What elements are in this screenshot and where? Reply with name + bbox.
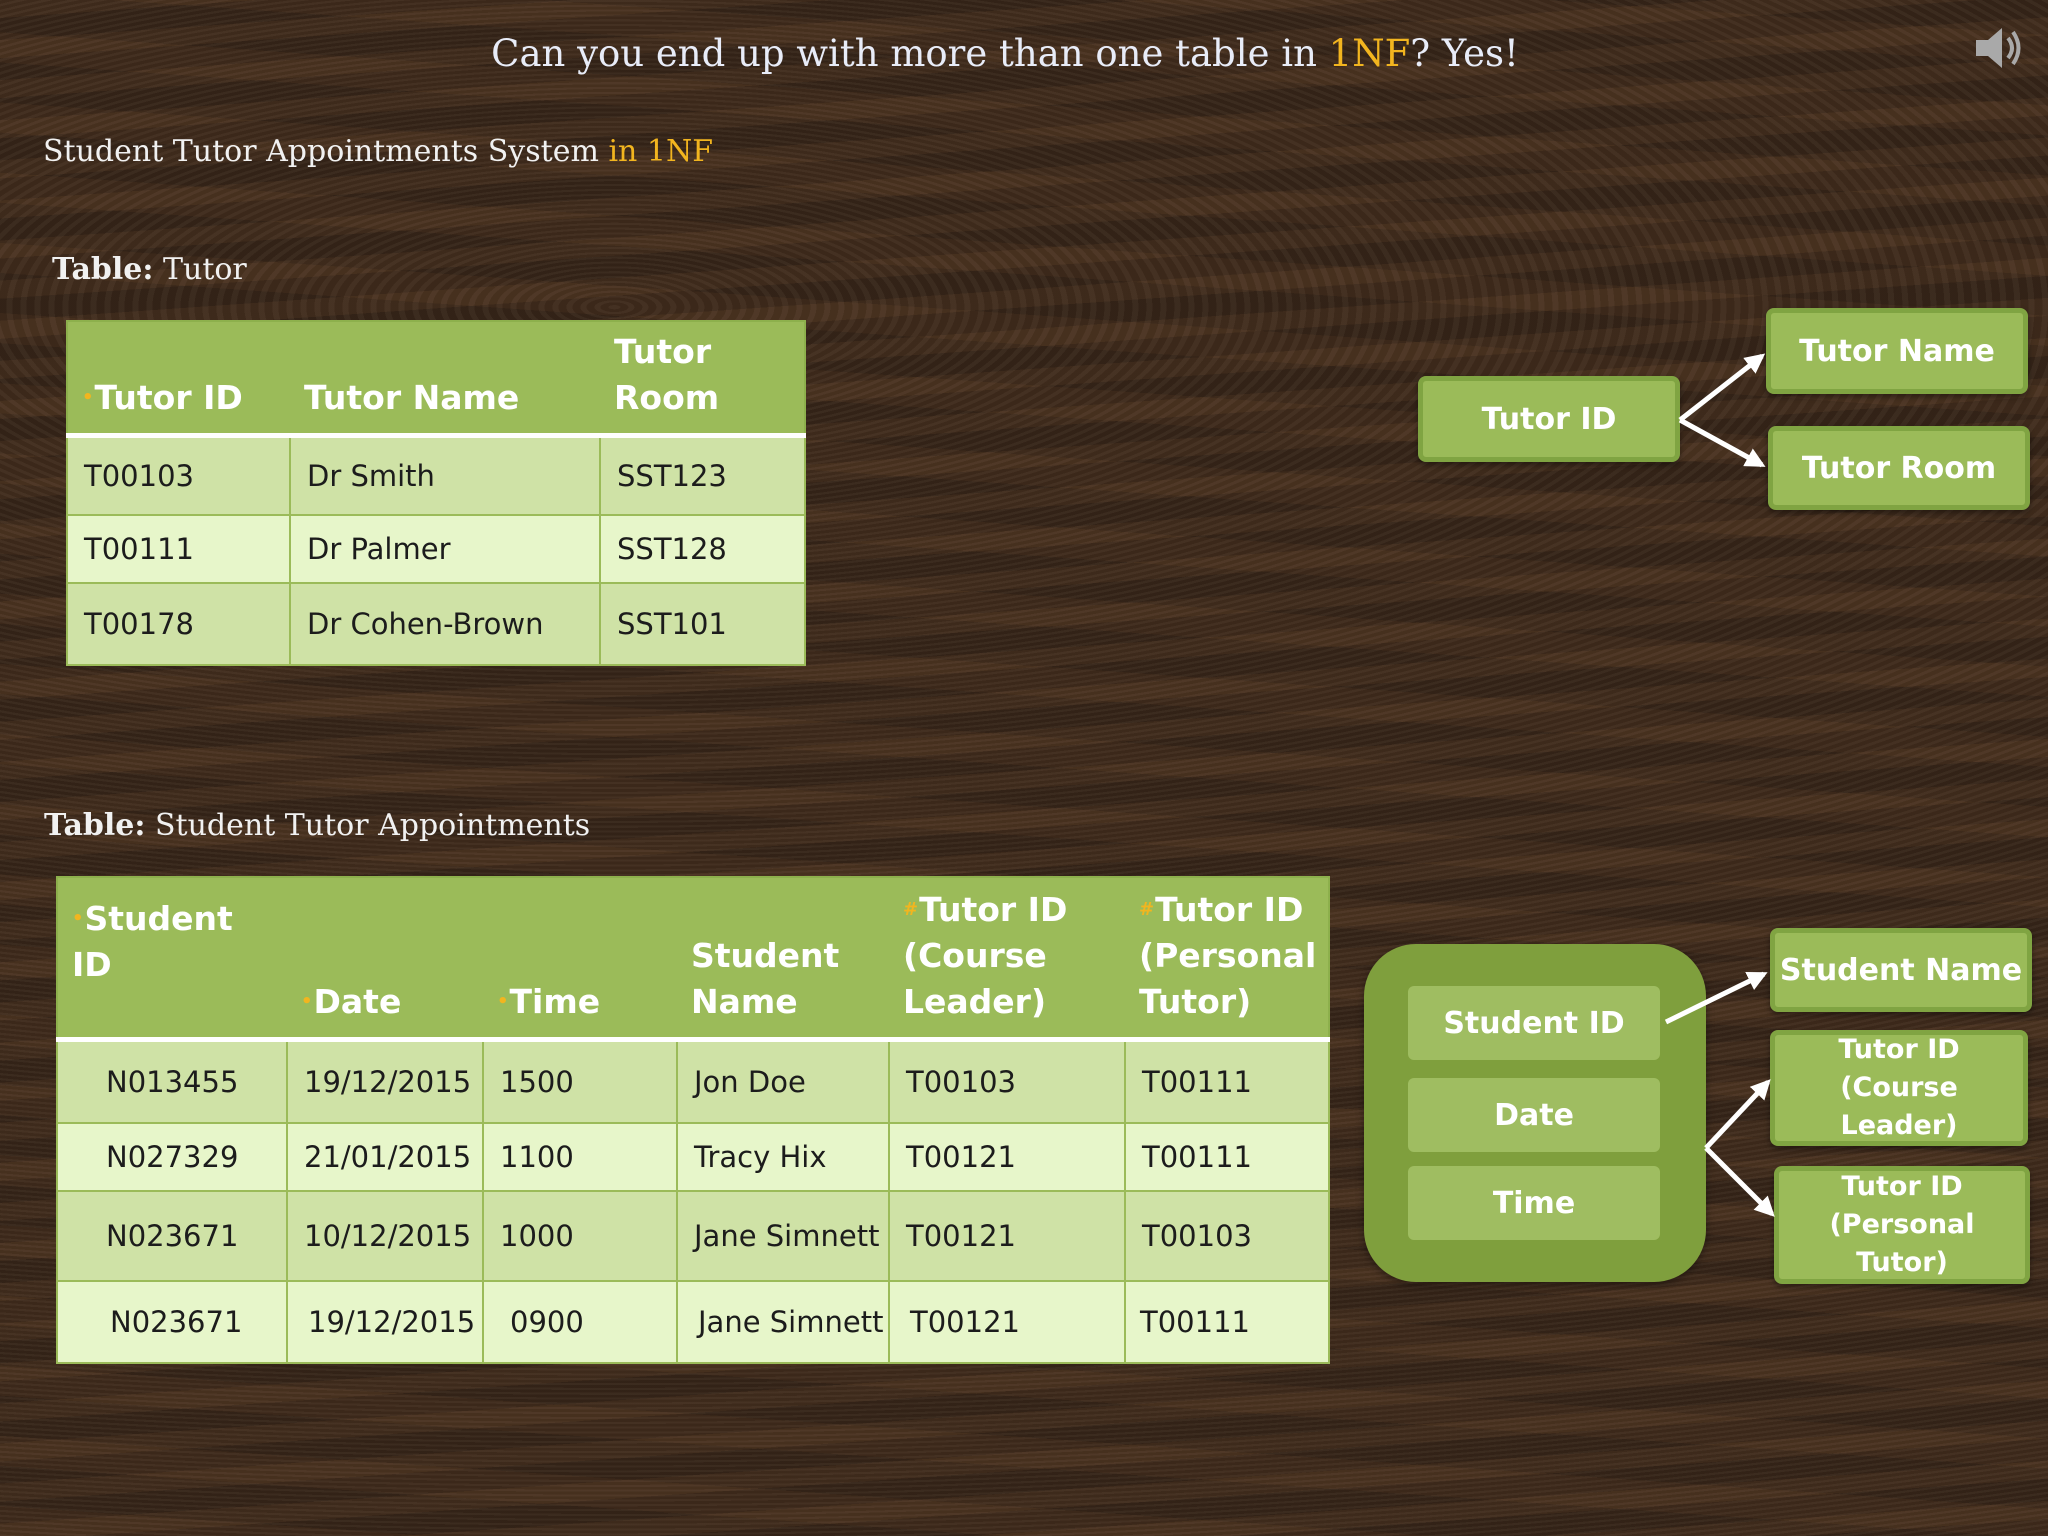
dependency-arrows [1664, 353, 1775, 1217]
arrow-tutor-id-to-room [1678, 417, 1766, 468]
arrow-key-to-personal-tutor [1704, 1146, 1775, 1217]
arrow-key-to-course-leader [1704, 1079, 1771, 1150]
arrow-tutor-id-to-name [1678, 353, 1766, 422]
arrow-student-id-to-name [1664, 971, 1768, 1025]
